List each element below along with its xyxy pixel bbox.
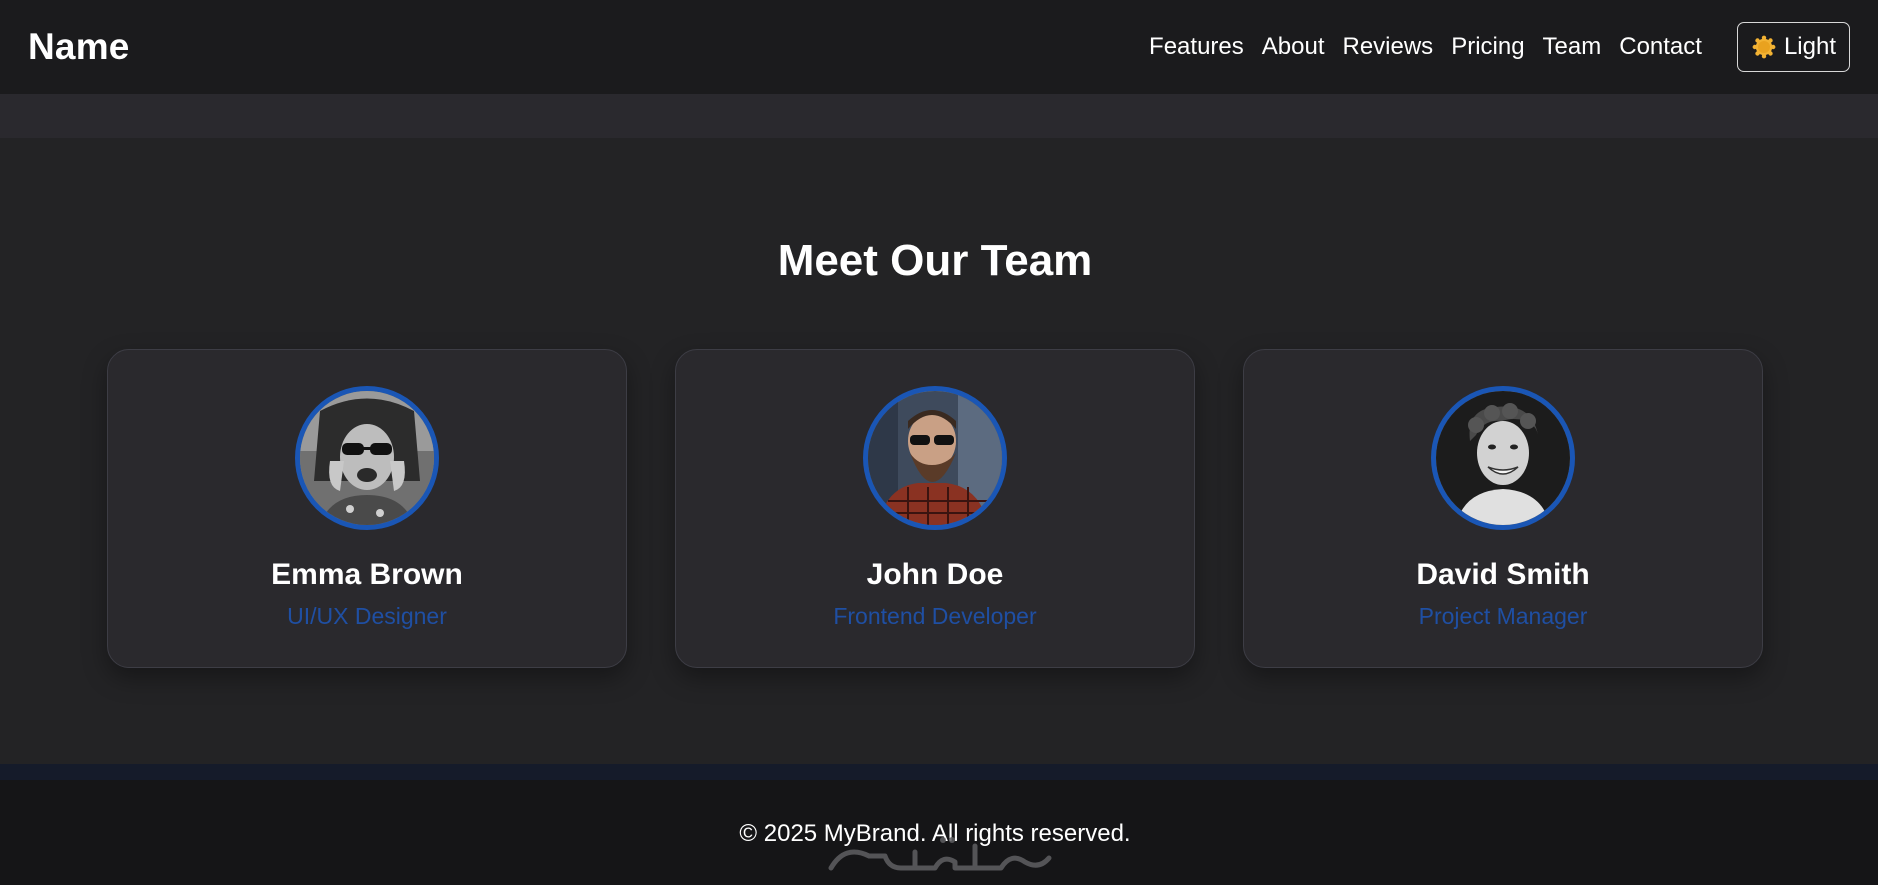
section-title: Meet Our Team: [777, 236, 1093, 285]
brand-logo[interactable]: Name: [28, 26, 130, 68]
member-role: Project Manager: [1418, 603, 1588, 629]
theme-toggle-label: Light: [1783, 33, 1836, 60]
team-section: Meet Our Team Emma Brown UI/UX Designer: [0, 138, 1878, 764]
team-card: John Doe Frontend Developer: [675, 349, 1195, 668]
member-role: UI/UX Designer: [287, 603, 447, 629]
member-name: David Smith: [1416, 558, 1590, 591]
watermark-logo: [828, 837, 1052, 871]
footer-divider: [0, 764, 1878, 780]
nav-right: Features About Reviews Pricing Team Cont…: [1149, 22, 1850, 72]
avatar-photo: [1431, 386, 1575, 530]
footer: © 2025 MyBrand. All rights reserved.: [0, 780, 1878, 885]
avatar-photo: [295, 386, 439, 530]
nav-link-contact[interactable]: Contact: [1619, 33, 1702, 61]
theme-toggle-button[interactable]: Light: [1736, 22, 1850, 72]
nav-link-about[interactable]: About: [1262, 33, 1325, 61]
nav-links: Features About Reviews Pricing Team Cont…: [1149, 33, 1702, 61]
avatar-photo: [863, 386, 1007, 530]
team-card: David Smith Project Manager: [1243, 349, 1763, 668]
sun-icon: [1752, 35, 1776, 59]
member-name: Emma Brown: [271, 558, 463, 591]
member-name: John Doe: [866, 558, 1004, 591]
nav-link-pricing[interactable]: Pricing: [1451, 33, 1524, 61]
header-subbar: [0, 94, 1878, 138]
navbar: Name Features About Reviews Pricing Team…: [0, 0, 1878, 94]
nav-link-reviews[interactable]: Reviews: [1342, 33, 1433, 61]
team-card: Emma Brown UI/UX Designer: [107, 349, 627, 668]
nav-link-features[interactable]: Features: [1149, 33, 1244, 61]
nav-link-team[interactable]: Team: [1543, 33, 1602, 61]
member-role: Frontend Developer: [833, 603, 1037, 629]
